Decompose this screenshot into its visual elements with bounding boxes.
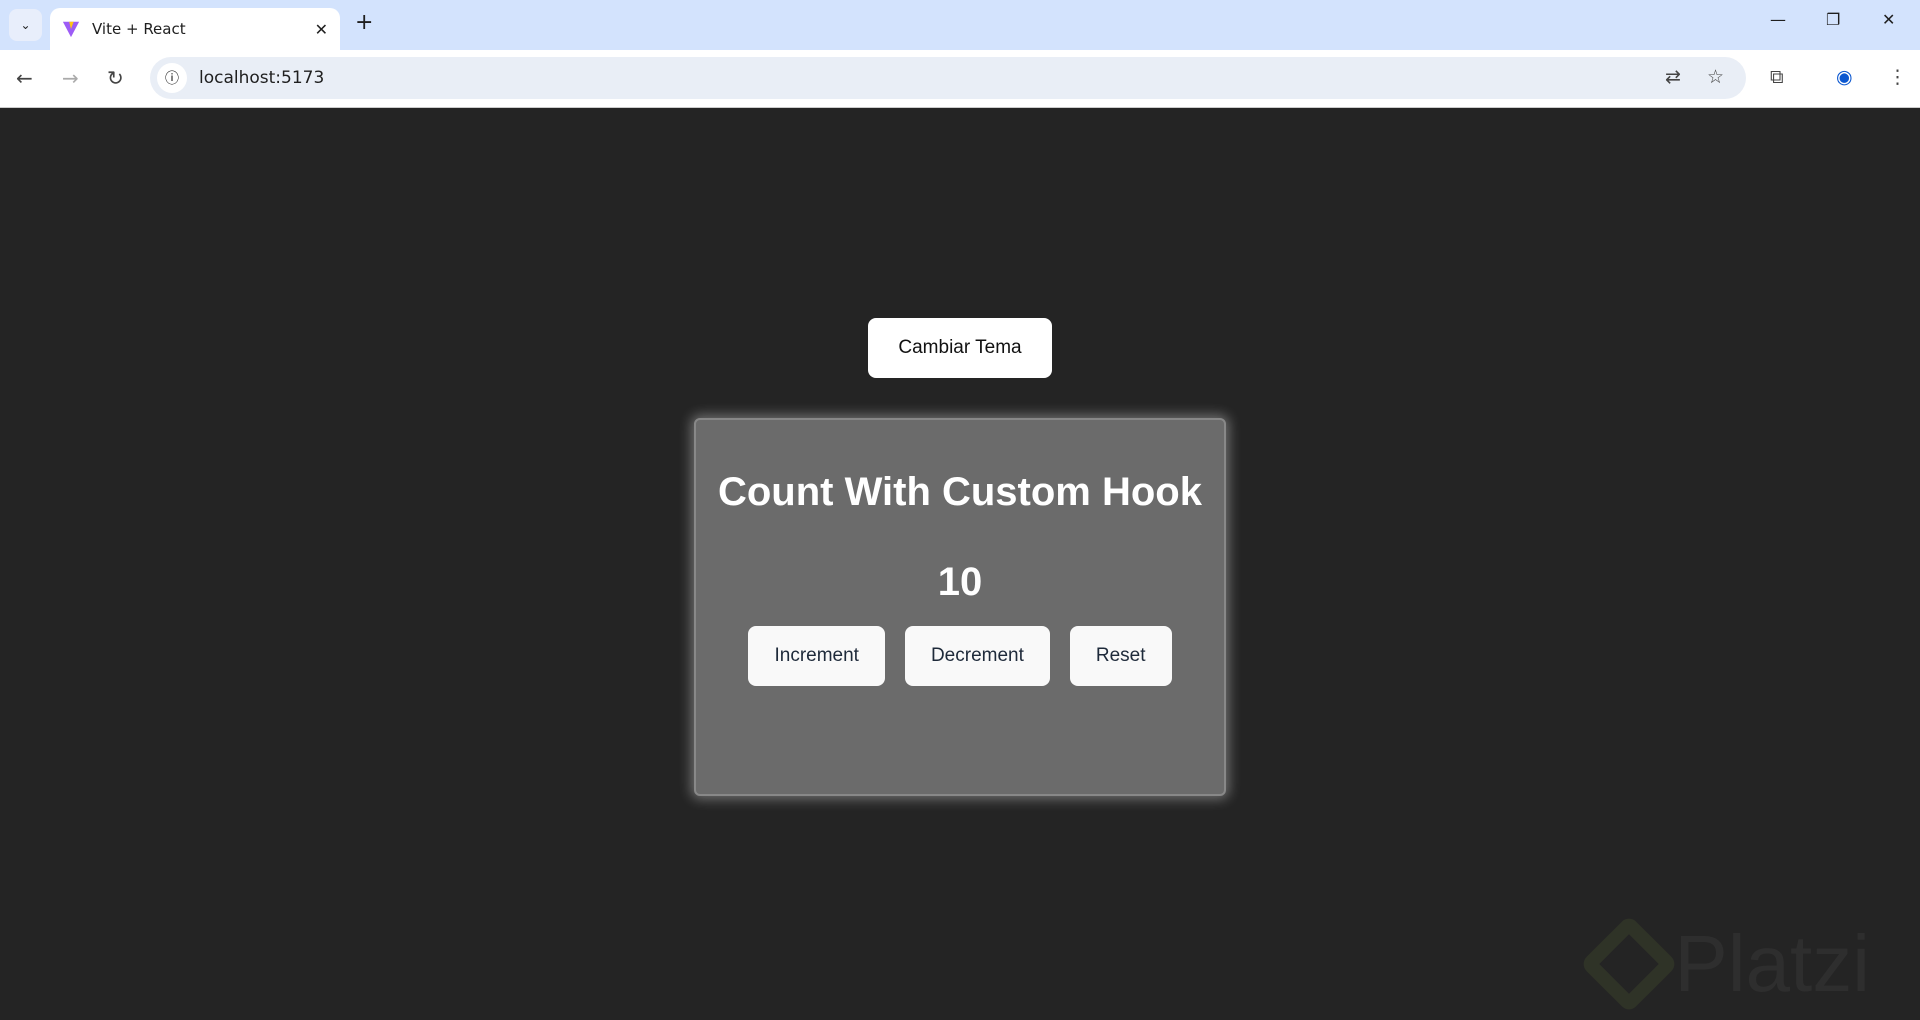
address-bar[interactable]: ⓘ localhost:5173 [150, 57, 1746, 99]
close-window-icon[interactable]: ✕ [1882, 10, 1895, 29]
url-text[interactable]: localhost:5173 [199, 68, 324, 88]
tab-search-button[interactable]: ⌄ [9, 9, 42, 41]
new-tab-button[interactable]: + [355, 10, 373, 35]
watermark-text: Platzi [1674, 919, 1870, 1008]
count-value: 10 [937, 560, 983, 604]
browser-toolbar: ← → ↻ ⓘ localhost:5173 ⇄ ☆ ⧉ ◉ ⋮ [0, 50, 1920, 108]
card-title: Count With Custom Hook [717, 470, 1202, 514]
menu-icon[interactable]: ⋮ [1888, 66, 1907, 88]
decrement-button[interactable]: Decrement [904, 626, 1050, 686]
translate-icon[interactable]: ⇄ [1665, 66, 1681, 88]
extensions-icon[interactable]: ⧉ [1770, 66, 1784, 88]
profile-icon[interactable]: ◉ [1836, 66, 1853, 88]
platzi-logo-icon [1579, 914, 1679, 1014]
tab-strip: ⌄ Vite + React ✕ + — ❐ ✕ [0, 0, 1920, 50]
close-tab-icon[interactable]: ✕ [315, 20, 328, 39]
back-icon[interactable]: ← [16, 66, 33, 90]
increment-button[interactable]: Increment [748, 626, 885, 686]
reset-button[interactable]: Reset [1069, 626, 1172, 686]
vite-favicon-icon [62, 21, 80, 38]
page-content: Cambiar Tema Count With Custom Hook 10 I… [0, 108, 1920, 1020]
change-theme-button[interactable]: Cambiar Tema [868, 318, 1052, 378]
tab-title: Vite + React [92, 20, 186, 38]
forward-icon[interactable]: → [62, 66, 79, 90]
reload-icon[interactable]: ↻ [107, 66, 124, 90]
browser-tab[interactable]: Vite + React ✕ [50, 8, 340, 50]
counter-card: Count With Custom Hook 10 Increment Decr… [694, 418, 1226, 796]
site-info-icon[interactable]: ⓘ [157, 63, 187, 93]
restore-icon[interactable]: ❐ [1826, 10, 1840, 29]
minimize-icon[interactable]: — [1770, 10, 1786, 29]
platzi-watermark: Platzi [1579, 914, 1870, 1014]
chevron-down-icon: ⌄ [20, 18, 31, 32]
bookmark-star-icon[interactable]: ☆ [1707, 66, 1724, 88]
